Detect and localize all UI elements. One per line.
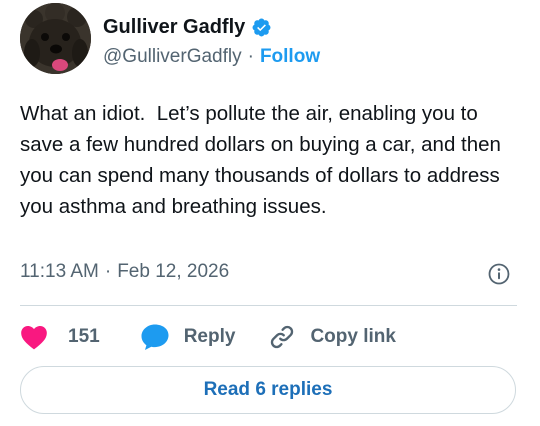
author-handle-row: @GulliverGadfly · Follow — [103, 46, 320, 68]
like-count: 151 — [68, 326, 100, 347]
author-display-name[interactable]: Gulliver Gadfly — [103, 16, 245, 39]
timestamp-separator: · — [104, 261, 112, 282]
author-name-row: Gulliver Gadfly — [103, 14, 272, 40]
link-icon — [271, 325, 294, 349]
divider — [20, 305, 517, 306]
tweet-time: 11:13 AM — [20, 261, 99, 282]
author-handle[interactable]: @GulliverGadfly — [103, 46, 242, 68]
like-button[interactable]: 151 — [20, 324, 100, 350]
heart-icon — [21, 326, 47, 350]
action-bar: 151 Reply Copy link — [20, 320, 396, 354]
dog-avatar-icon — [20, 3, 91, 74]
reply-bubble-icon — [141, 324, 169, 350]
tweet-text: What an idiot. Let’s pollute the air, en… — [20, 102, 507, 218]
tweet-date: Feb 12, 2026 — [117, 261, 230, 282]
handle-separator: · — [247, 46, 254, 67]
reply-label: Reply — [183, 326, 236, 347]
copy-link-button[interactable]: Copy link — [268, 323, 396, 351]
read-replies-button[interactable]: Read 6 replies — [20, 366, 516, 414]
verified-badge-icon — [251, 17, 272, 38]
tweet-timestamp[interactable]: 11:13 AM · Feb 12, 2026 — [20, 261, 229, 283]
copy-link-label: Copy link — [310, 326, 396, 347]
info-icon[interactable] — [487, 262, 511, 286]
follow-button[interactable]: Follow — [260, 46, 320, 68]
reply-button[interactable]: Reply — [140, 323, 236, 351]
avatar[interactable] — [20, 3, 91, 74]
